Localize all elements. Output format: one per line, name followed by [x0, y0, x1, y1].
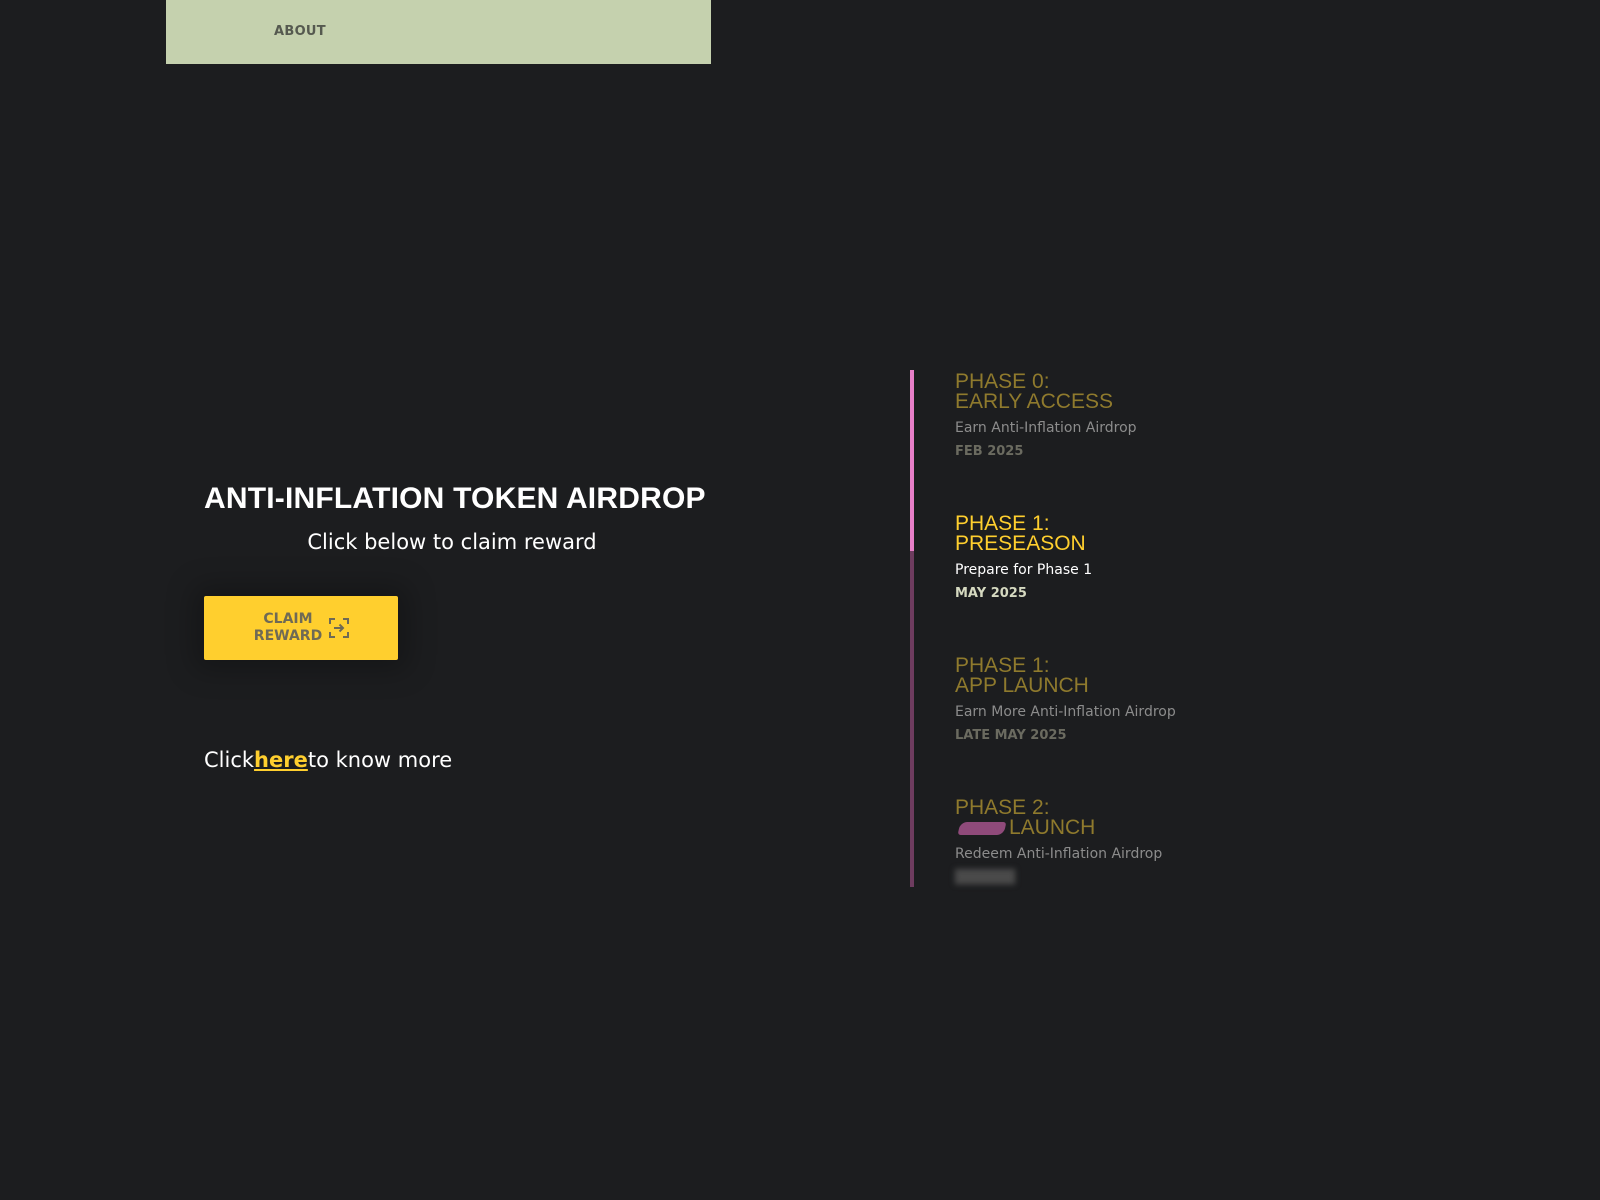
know-more-prefix: Click [204, 748, 255, 772]
phase-title: PHASE 2: LAUNCH [955, 797, 1275, 839]
redacted-mark [957, 821, 1007, 835]
nav-about-link[interactable]: ABOUT [274, 24, 326, 39]
know-more-text: Clickhereto know more [204, 748, 452, 772]
phase-date: FEB 2025 [955, 444, 1024, 459]
phase-description: Earn More Anti-Inflation Airdrop [955, 704, 1176, 720]
phase-title: PHASE 1: PRESEASON [955, 512, 1086, 555]
claim-reward-button[interactable]: CLAIM REWARD [204, 596, 398, 660]
top-nav: ABOUT [166, 0, 711, 64]
phase-description: Prepare for Phase 1 [955, 562, 1093, 578]
phase-item-app-launch: PHASE 1: APP LAUNCH Earn More Anti-Infla… [955, 654, 1275, 743]
claim-reward-label: CLAIM REWARD [253, 611, 323, 644]
know-more-suffix: to know more [307, 748, 453, 772]
know-more-link[interactable]: here [254, 748, 308, 772]
enter-frame-icon [329, 618, 349, 638]
phase-item-preseason: PHASE 1: PRESEASON Prepare for Phase 1 M… [955, 512, 1275, 601]
page: ABOUT ANTI-INFLATION TOKEN AIRDROP Click… [0, 0, 1600, 1200]
phase-date-blurred: ██████ [955, 870, 1015, 885]
phase-item-early-access: PHASE 0: EARLY ACCESS Earn Anti-Inflatio… [955, 370, 1275, 459]
phase-title-line2: LAUNCH [1009, 816, 1096, 839]
phase-title: PHASE 1: APP LAUNCH [955, 654, 1089, 697]
timeline-progress [910, 370, 914, 551]
phase-title: PHASE 0: EARLY ACCESS [955, 370, 1113, 413]
phase-date: LATE MAY 2025 [955, 728, 1067, 743]
phase-description: Redeem Anti-Inflation Airdrop [955, 846, 1163, 862]
hero-subtitle: Click below to claim reward [307, 530, 597, 554]
phase-description: Earn Anti-Inflation Airdrop [955, 420, 1137, 436]
hero-title: ANTI-INFLATION TOKEN AIRDROP [204, 482, 706, 515]
phase-date: MAY 2025 [955, 586, 1027, 601]
phase-item-launch: PHASE 2: LAUNCH Redeem Anti-Inflation Air… [955, 797, 1275, 885]
